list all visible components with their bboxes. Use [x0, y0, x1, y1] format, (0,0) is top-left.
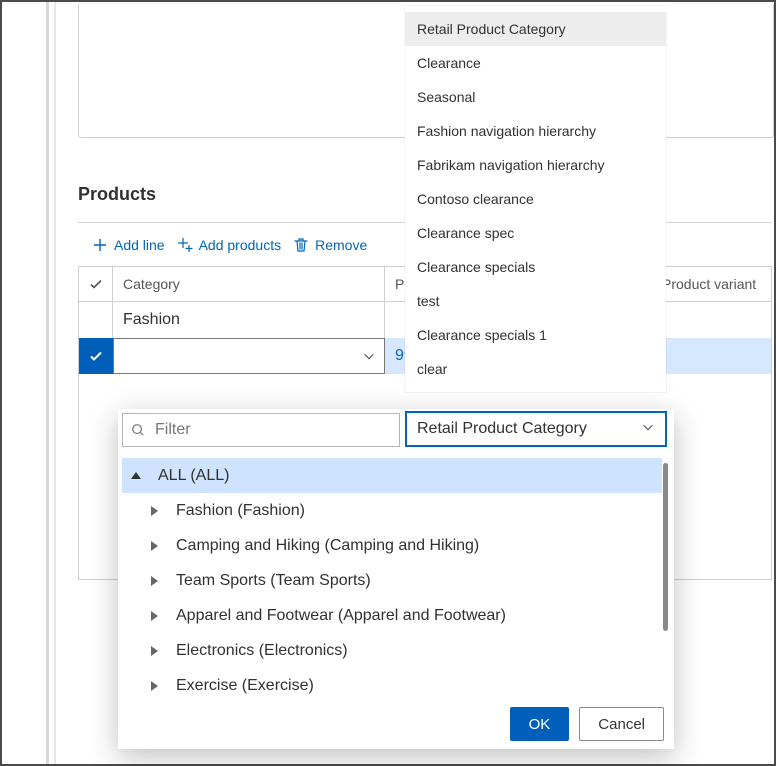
expand-icon[interactable]: [146, 678, 162, 694]
add-line-label: Add line: [114, 237, 165, 253]
collapse-icon[interactable]: [128, 468, 144, 484]
row-category-cell[interactable]: Fashion: [113, 302, 385, 338]
tree-node-label: Fashion (Fashion): [176, 502, 305, 520]
app-frame: Products Add line Add products Remove Ca…: [0, 0, 776, 766]
row-category-dropdown[interactable]: [113, 338, 385, 374]
remove-label: Remove: [315, 237, 367, 253]
add-products-icon: [177, 237, 193, 253]
remove-button[interactable]: Remove: [289, 233, 371, 257]
row-checkbox-selected[interactable]: [79, 338, 113, 374]
tree-node-label: Camping and Hiking (Camping and Hiking): [176, 537, 479, 555]
section-title: Products: [78, 184, 156, 205]
dropdown-item[interactable]: Seasonal: [405, 80, 666, 114]
dropdown-item[interactable]: clear: [405, 352, 666, 386]
grid-header-checkbox[interactable]: [79, 267, 113, 301]
tree-node-root[interactable]: ALL (ALL): [122, 458, 662, 493]
row-variant-cell[interactable]: [651, 302, 771, 338]
expand-icon[interactable]: [146, 538, 162, 554]
tree-node[interactable]: Apparel and Footwear (Apparel and Footwe…: [122, 598, 662, 633]
ok-button[interactable]: OK: [510, 707, 570, 741]
tree-node-label: ALL (ALL): [158, 467, 229, 485]
dropdown-item[interactable]: test: [405, 284, 666, 318]
tree-node-label: Team Sports (Team Sports): [176, 572, 371, 590]
tree-node[interactable]: Camping and Hiking (Camping and Hiking): [122, 528, 662, 563]
gutter-outer: [46, 2, 49, 764]
tree-node[interactable]: Team Sports (Team Sports): [122, 563, 662, 598]
row-checkbox[interactable]: [79, 302, 113, 338]
check-icon: [88, 348, 104, 364]
chevron-down-icon: [641, 420, 655, 439]
dropdown-item[interactable]: Retail Product Category: [405, 12, 666, 46]
picker-buttons: OK Cancel: [510, 707, 664, 741]
hierarchy-dropdown-list: Retail Product Category Clearance Season…: [405, 6, 666, 392]
expand-icon[interactable]: [146, 503, 162, 519]
tree-node-label: Apparel and Footwear (Apparel and Footwe…: [176, 607, 506, 625]
grid-header-product-variant[interactable]: Product variant: [651, 267, 771, 301]
add-line-button[interactable]: Add line: [88, 233, 169, 257]
expand-icon[interactable]: [146, 643, 162, 659]
cancel-button[interactable]: Cancel: [579, 707, 664, 741]
row-variant-cell[interactable]: [651, 338, 771, 374]
tree-node-label: Electronics (Electronics): [176, 642, 348, 660]
tree-node[interactable]: Electronics (Electronics): [122, 633, 662, 668]
expand-icon[interactable]: [146, 608, 162, 624]
expand-icon[interactable]: [146, 573, 162, 589]
tree-node-label: Exercise (Exercise): [176, 677, 314, 695]
category-picker-popup: ALL (ALL) Fashion (Fashion) Camping and …: [118, 409, 674, 749]
scrollbar-thumb[interactable]: [663, 463, 668, 631]
dropdown-item[interactable]: Clearance spec: [405, 216, 666, 250]
dropdown-item[interactable]: Fabrikam navigation hierarchy: [405, 148, 666, 182]
dropdown-item[interactable]: Fashion navigation hierarchy: [405, 114, 666, 148]
dropdown-item[interactable]: Clearance specials: [405, 250, 666, 284]
dropdown-item[interactable]: Clearance specials 1: [405, 318, 666, 352]
filter-field[interactable]: [122, 413, 400, 447]
tree-node[interactable]: Exercise (Exercise): [122, 668, 662, 699]
search-icon: [131, 423, 145, 437]
category-tree: ALL (ALL) Fashion (Fashion) Camping and …: [122, 458, 662, 699]
add-products-label: Add products: [199, 237, 282, 253]
hierarchy-select-value: Retail Product Category: [417, 420, 587, 438]
tree-node[interactable]: Fashion (Fashion): [122, 493, 662, 528]
add-products-button[interactable]: Add products: [173, 233, 286, 257]
dropdown-item[interactable]: Clearance: [405, 46, 666, 80]
grid-header-category[interactable]: Category: [113, 267, 385, 301]
dropdown-item[interactable]: Contoso clearance: [405, 182, 666, 216]
trash-icon: [293, 237, 309, 253]
hierarchy-select[interactable]: Retail Product Category: [405, 411, 667, 447]
chevron-down-icon: [362, 349, 376, 363]
filter-input[interactable]: [153, 420, 391, 440]
plus-icon: [92, 237, 108, 253]
check-icon: [88, 276, 104, 292]
gutter-inner: [54, 2, 56, 764]
